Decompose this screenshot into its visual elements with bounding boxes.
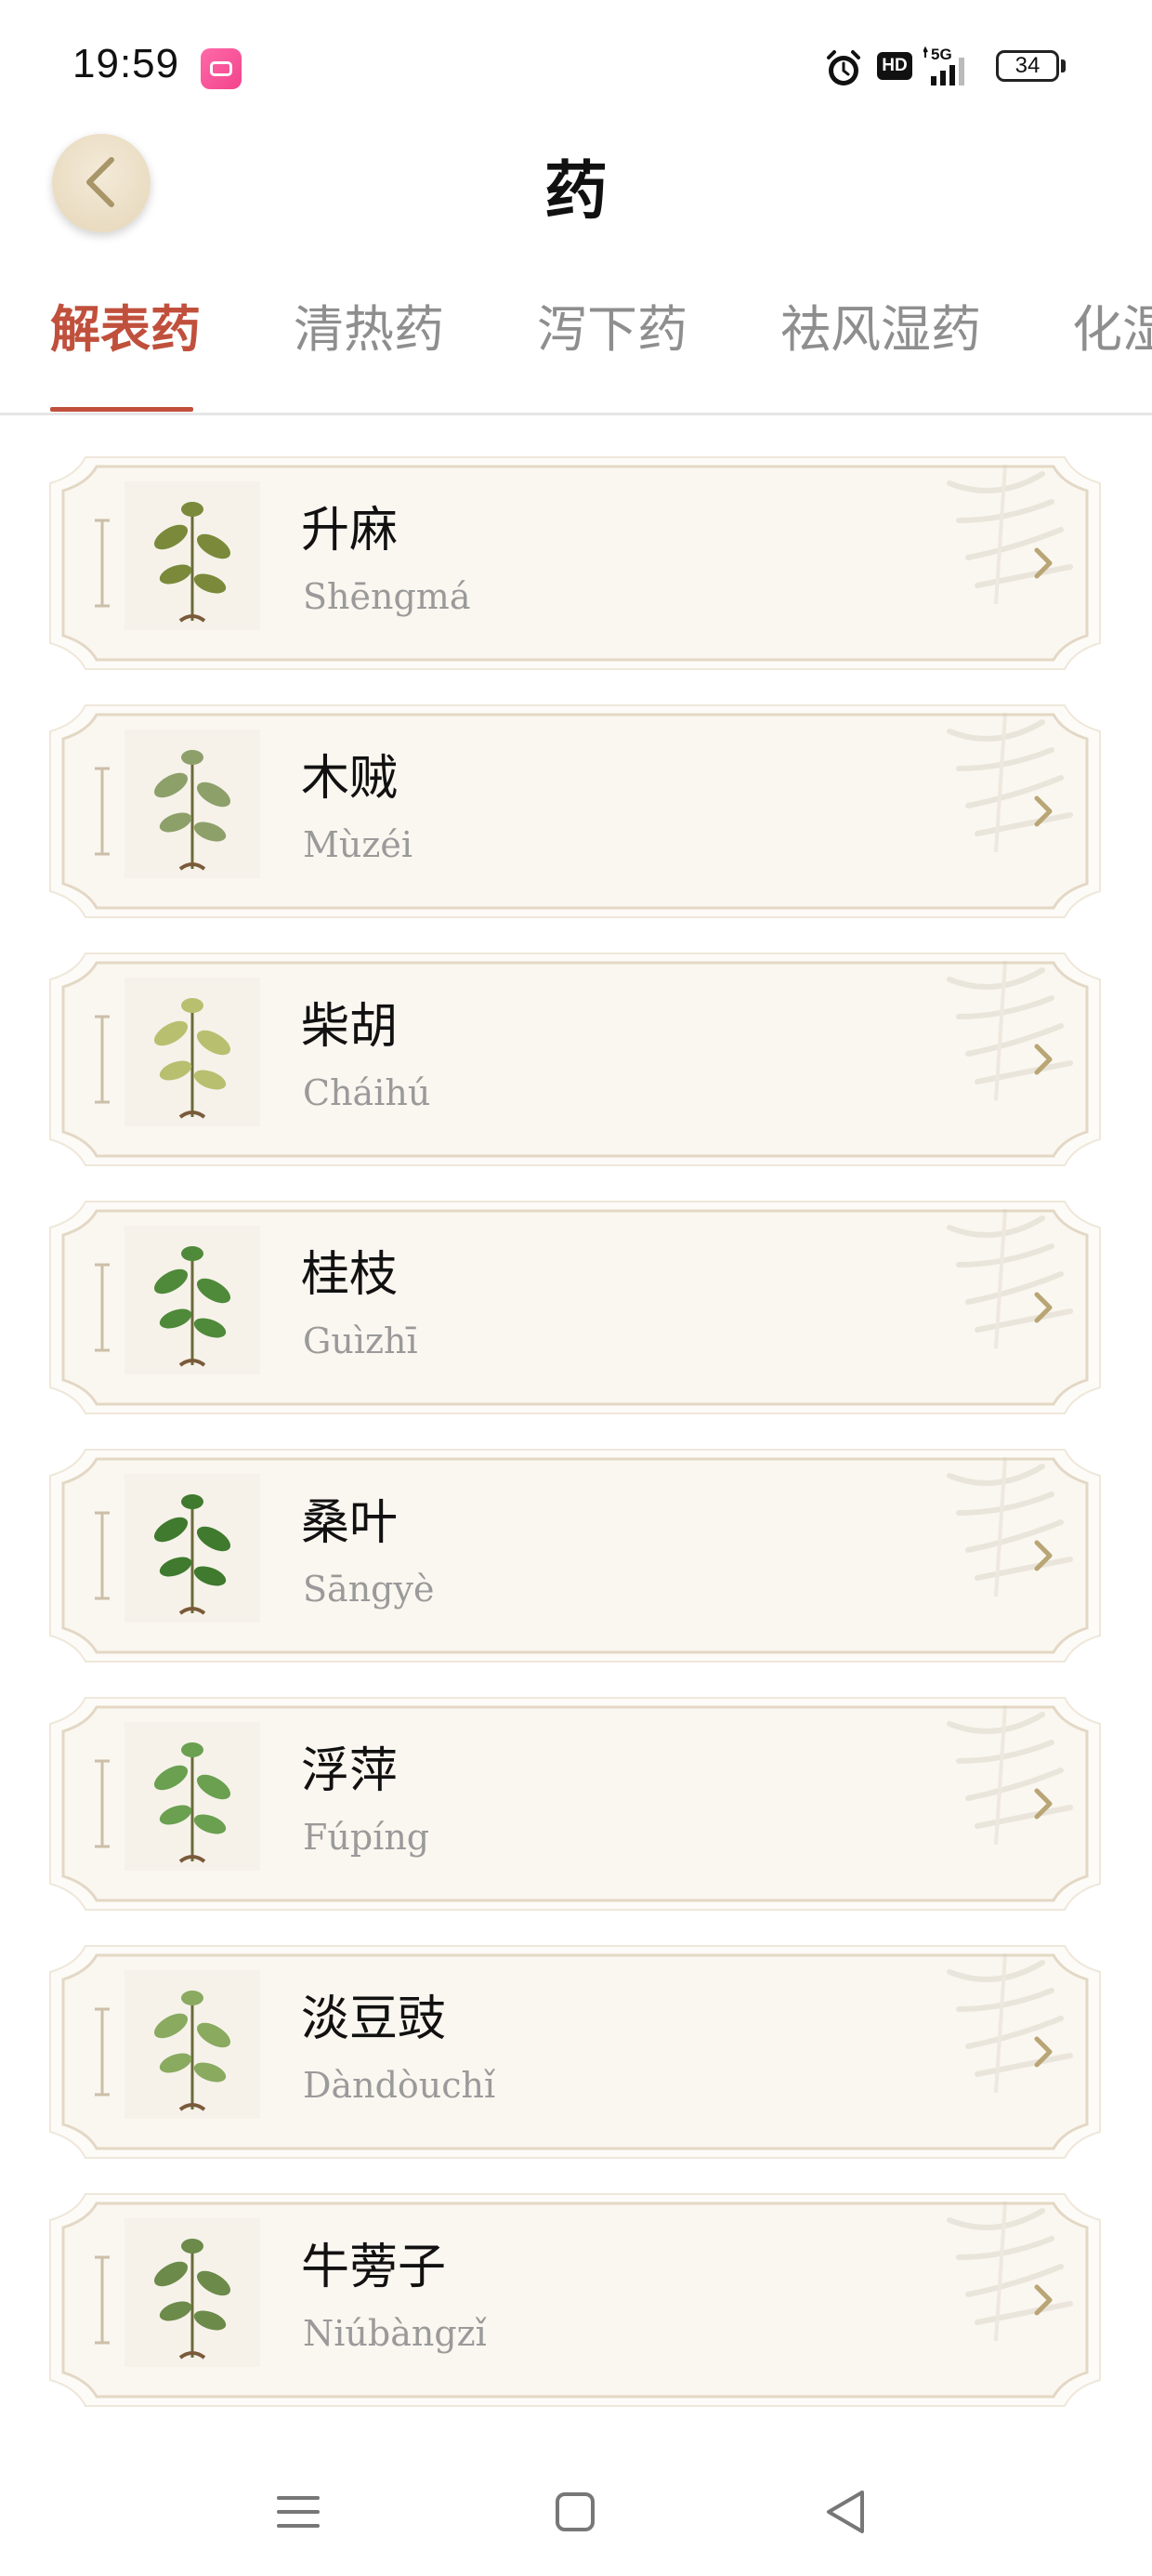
herb-name: 木贼 <box>301 751 399 807</box>
muzei-plant-illustration <box>124 729 260 878</box>
hd-icon: HD <box>877 52 912 80</box>
herb-card[interactable]: 木贼 Mùzéi <box>48 703 1102 919</box>
tab-huashi[interactable]: 化湿 <box>1072 288 1152 400</box>
chevron-right-icon <box>1034 2284 1053 2316</box>
herb-name: 淡豆豉 <box>301 1991 447 2047</box>
chevron-right-icon <box>1034 1788 1053 1820</box>
herb-name: 桂枝 <box>301 1247 399 1303</box>
herb-card[interactable]: 浮萍 Fúpíng <box>48 1696 1102 1912</box>
herb-name: 桑叶 <box>301 1495 399 1551</box>
chaihu-plant-illustration <box>124 978 260 1126</box>
herb-card[interactable]: 升麻 Shēngmá <box>48 455 1102 671</box>
tab-qingre[interactable]: 清热药 <box>294 288 444 400</box>
herb-pinyin: Sāngyè <box>303 1569 435 1610</box>
niubangzi-plant-illustration <box>124 2218 260 2367</box>
chevron-right-icon <box>1034 2036 1053 2068</box>
status-icons: HD 5G 34 <box>780 41 1152 97</box>
fuping-plant-illustration <box>124 1722 260 1871</box>
shengma-plant-illustration <box>124 481 260 630</box>
sangye-plant-illustration <box>124 1474 260 1623</box>
dandouchi-plant-illustration <box>124 1970 260 2119</box>
herb-pinyin: Niúbàngzǐ <box>303 2313 487 2354</box>
bilibili-app-icon <box>201 48 242 89</box>
herb-name: 柴胡 <box>301 999 399 1055</box>
chevron-right-icon <box>1034 1540 1053 1571</box>
battery-nub <box>1061 59 1066 72</box>
herb-name: 浮萍 <box>301 1743 399 1799</box>
tab-xiexia[interactable]: 泻下药 <box>537 288 687 400</box>
active-tab-indicator <box>50 407 193 412</box>
tab-jiebiao[interactable]: 解表药 <box>50 288 201 400</box>
herb-pinyin: Cháihú <box>303 1072 431 1113</box>
herb-pinyin: Fúpíng <box>303 1817 430 1858</box>
herb-name: 牛蒡子 <box>301 2240 447 2295</box>
herb-card[interactable]: 柴胡 Cháihú <box>48 952 1102 1167</box>
status-bar: 19:59 HD 5G 34 <box>0 0 1152 130</box>
back-triangle-icon[interactable] <box>821 2487 871 2537</box>
chevron-right-icon <box>1034 1044 1053 1075</box>
herb-card[interactable]: 桂枝 Guìzhī <box>48 1200 1102 1415</box>
herb-name: 升麻 <box>301 503 399 559</box>
home-icon[interactable] <box>552 2489 598 2535</box>
herb-pinyin: Shēngmá <box>303 576 471 617</box>
guizhi-plant-illustration <box>124 1226 260 1374</box>
system-nav-bar <box>0 2453 1152 2576</box>
herb-pinyin: Guìzhī <box>303 1321 418 1361</box>
page-title: 药 <box>543 154 608 229</box>
chevron-right-icon <box>1034 1292 1053 1323</box>
herb-card[interactable]: 牛蒡子 Niúbàngzǐ <box>48 2192 1102 2408</box>
chevron-right-icon <box>1034 547 1053 579</box>
svg-text:5G: 5G <box>931 46 952 63</box>
chevron-right-icon <box>1034 795 1053 827</box>
herb-pinyin: Dàndòuchǐ <box>303 2065 496 2106</box>
herb-card[interactable]: 淡豆豉 Dàndòuchǐ <box>48 1944 1102 2160</box>
status-time: 19:59 <box>72 41 180 86</box>
tab-qufengshi[interactable]: 祛风湿药 <box>780 288 981 400</box>
category-tabs: 解表药 清热药 泻下药 祛风湿药 化湿 <box>0 279 1152 415</box>
alarm-icon <box>827 50 860 85</box>
herb-card[interactable]: 桑叶 Sāngyè <box>48 1448 1102 1663</box>
herb-pinyin: Mùzéi <box>303 824 413 865</box>
menu-icon[interactable] <box>275 2489 321 2535</box>
signal-5g-icon: 5G <box>923 46 964 85</box>
battery-icon: 34 <box>996 50 1059 82</box>
